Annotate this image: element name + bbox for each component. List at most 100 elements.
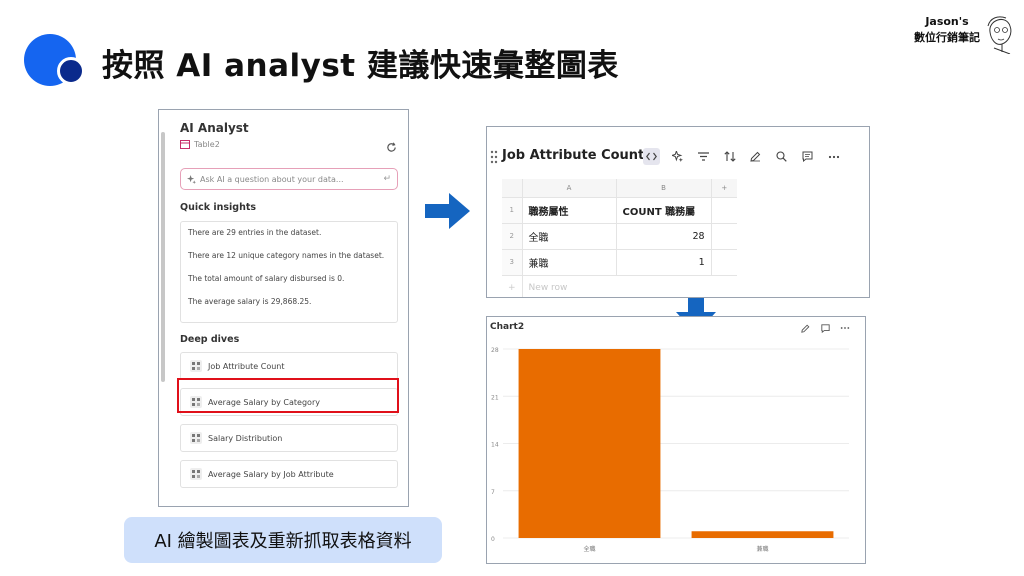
table-cell[interactable]: COUNT 職務屬 [616, 197, 712, 224]
quick-insights-box: There are 29 entries in the dataset. The… [180, 221, 398, 323]
table-cell[interactable]: 兼職 [522, 249, 617, 276]
edit-icon [800, 324, 809, 333]
x-tick-label: 兼職 [756, 545, 768, 553]
bar [691, 531, 834, 538]
refresh-button[interactable] [384, 140, 398, 154]
column-header-row: A B + [502, 179, 738, 198]
chart-edit-button[interactable] [799, 322, 811, 334]
table-toolbar [643, 148, 842, 165]
more-horizontal-icon [828, 155, 839, 158]
column-header-b[interactable]: B [616, 179, 712, 198]
brand-portrait-icon [987, 16, 1012, 54]
table-widget: Job Attribute Count A B + 1 職務屬性 COUNT 職… [486, 126, 870, 298]
filter-icon [698, 152, 709, 161]
search-button[interactable] [773, 148, 790, 165]
chart-toolbar [799, 322, 851, 334]
table-cell-empty[interactable] [711, 223, 738, 250]
new-row-filler [711, 275, 737, 297]
brand-text: Jason's 數位行銷筆記 [906, 14, 988, 46]
chart-comment-button[interactable] [819, 322, 831, 334]
y-tick-label: 28 [491, 347, 499, 354]
bar-chart: 0 7 14 21 28 全職 兼職 [491, 347, 849, 553]
code-view-button[interactable] [643, 148, 660, 165]
highlight-annotation-box [177, 378, 399, 413]
y-tick-label: 14 [491, 442, 499, 449]
brand-logo: Jason's 數位行銷筆記 [906, 12, 1018, 54]
add-column-button[interactable]: + [711, 179, 738, 198]
table-row: 3 兼職 1 [502, 249, 738, 276]
more-horizontal-icon [840, 327, 850, 329]
edit-icon [750, 151, 761, 162]
deep-dives-label: Deep dives [180, 334, 240, 345]
sort-button[interactable] [721, 148, 738, 165]
deep-dive-label: Salary Distribution [208, 433, 283, 443]
comment-icon [802, 151, 813, 162]
comment-icon [820, 323, 830, 333]
new-row-filler [616, 275, 711, 297]
table-cell[interactable]: 全職 [522, 223, 617, 250]
more-options-button[interactable] [825, 148, 842, 165]
column-header-a[interactable]: A [522, 179, 617, 198]
drag-handle-icon[interactable] [490, 150, 498, 164]
table-row: 1 職務屬性 COUNT 職務屬 [502, 197, 738, 224]
row-number: 1 [502, 197, 523, 224]
row-number: 2 [502, 223, 523, 250]
table-cell[interactable]: 28 [616, 223, 712, 250]
ask-ai-input[interactable]: Ask AI a question about your data... ↵ [180, 168, 398, 190]
row-number: 3 [502, 249, 523, 276]
sparkle-icon [187, 174, 196, 184]
filter-button[interactable] [695, 148, 712, 165]
new-row[interactable]: + New row [502, 275, 737, 297]
ai-analyst-title: AI Analyst [180, 121, 249, 135]
table-cell[interactable]: 1 [616, 249, 712, 276]
brand-line-1: Jason's [925, 15, 969, 28]
new-row-plus: + [502, 275, 523, 297]
logo-dot-small [57, 57, 85, 85]
comment-button[interactable] [799, 148, 816, 165]
ask-ai-placeholder: Ask AI a question about your data... [200, 174, 344, 184]
deep-dive-job-attribute-count[interactable]: Job Attribute Count [180, 352, 398, 380]
chart-more-button[interactable] [839, 322, 851, 334]
sort-icon [723, 151, 736, 162]
table-cell[interactable]: 職務屬性 [522, 197, 617, 224]
corner-cell [502, 179, 523, 198]
chart-grid-icon [190, 468, 202, 480]
slide-caption: AI 繪製圖表及重新抓取表格資料 [124, 517, 442, 563]
slide-title: 按照 AI analyst 建議快速彙整圖表 [102, 48, 619, 84]
ai-sparkle-button[interactable] [669, 148, 686, 165]
insight-item: There are 12 unique category names in th… [188, 251, 385, 260]
insight-item: The total amount of salary disbursed is … [188, 274, 345, 283]
sparkle-icon [672, 151, 683, 162]
table-row: 2 全職 28 [502, 223, 738, 250]
refresh-icon [386, 141, 396, 152]
deep-dive-label: Job Attribute Count [208, 361, 285, 371]
source-table-name: Table2 [194, 140, 220, 149]
table-cell-empty[interactable] [711, 249, 738, 276]
y-tick-label: 21 [491, 394, 499, 401]
table-icon [180, 140, 190, 149]
quick-insights-label: Quick insights [180, 202, 257, 213]
insight-item: There are 29 entries in the dataset. [188, 228, 322, 237]
panel-scrollbar[interactable] [161, 132, 165, 382]
chart-widget-title: Chart2 [490, 322, 525, 332]
slide-logo-dots [24, 34, 86, 90]
edit-button[interactable] [747, 148, 764, 165]
table-widget-title: Job Attribute Count [502, 148, 645, 163]
bar [518, 349, 661, 538]
source-table: Table2 [180, 140, 220, 149]
deep-dive-average-salary-by-job-attribute[interactable]: Average Salary by Job Attribute [180, 460, 398, 488]
search-icon [776, 151, 787, 162]
arrow-right-icon [425, 193, 470, 229]
new-row-label: New row [528, 283, 568, 294]
chart-widget: Chart2 0 7 14 21 28 全職 兼職 [486, 316, 866, 564]
brand-line-2: 數位行銷筆記 [914, 31, 980, 44]
table-cell-empty[interactable] [711, 197, 738, 224]
y-tick-label: 0 [491, 536, 495, 543]
chart-grid-icon [190, 432, 202, 444]
x-tick-label: 全職 [583, 545, 595, 553]
insight-item: The average salary is 29,868.25. [188, 297, 312, 306]
enter-icon: ↵ [383, 174, 391, 184]
chart-grid-icon [190, 360, 202, 372]
ai-analyst-panel: AI Analyst Table2 Ask AI a question abou… [158, 109, 409, 507]
deep-dive-salary-distribution[interactable]: Salary Distribution [180, 424, 398, 452]
